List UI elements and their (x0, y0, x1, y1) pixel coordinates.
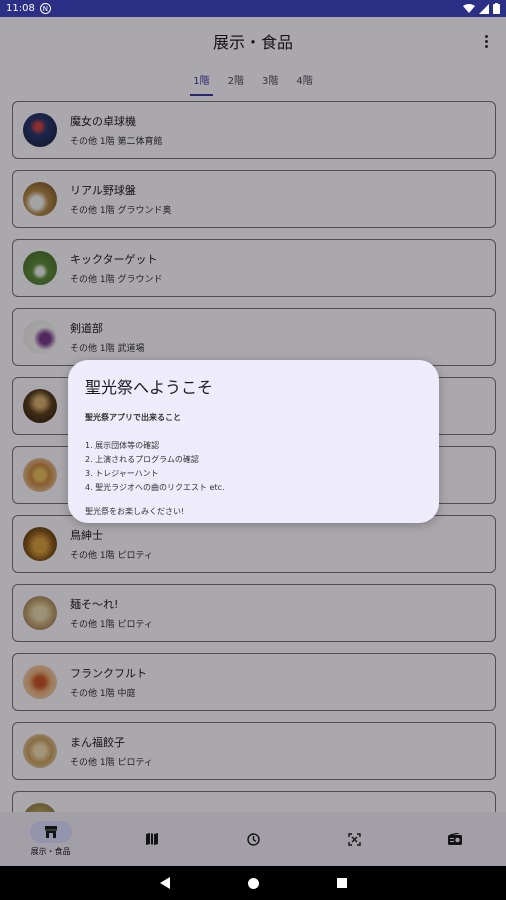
dialog-list-item: 4. 聖光ラジオへの曲のリクエスト etc. (85, 483, 225, 492)
status-time: 11:08 (6, 3, 35, 14)
welcome-dialog: 聖光祭へようこそ 聖光祭アプリで出来ること 1. 展示団体等の確認 2. 上演さ… (68, 360, 439, 523)
dialog-list-item: 3. トレジャーハント (85, 469, 159, 478)
back-icon[interactable] (159, 877, 170, 889)
dialog-title: 聖光祭へようこそ (85, 378, 214, 397)
signal-icon (479, 3, 489, 14)
system-navigation-bar (0, 866, 506, 900)
battery-icon (493, 3, 500, 14)
dialog-subtitle: 聖光祭アプリで出来ること (85, 413, 181, 422)
dialog-list-item: 2. 上演されるプログラムの確認 (85, 455, 199, 464)
dialog-list-item: 1. 展示団体等の確認 (85, 441, 160, 450)
recents-icon[interactable] (336, 878, 347, 888)
dialog-footer: 聖光祭をお楽しみください! (85, 507, 185, 516)
status-bar: 11:08 N (0, 0, 506, 17)
wifi-icon (463, 3, 475, 13)
notification-icon: N (39, 3, 51, 14)
home-icon[interactable] (247, 877, 259, 889)
